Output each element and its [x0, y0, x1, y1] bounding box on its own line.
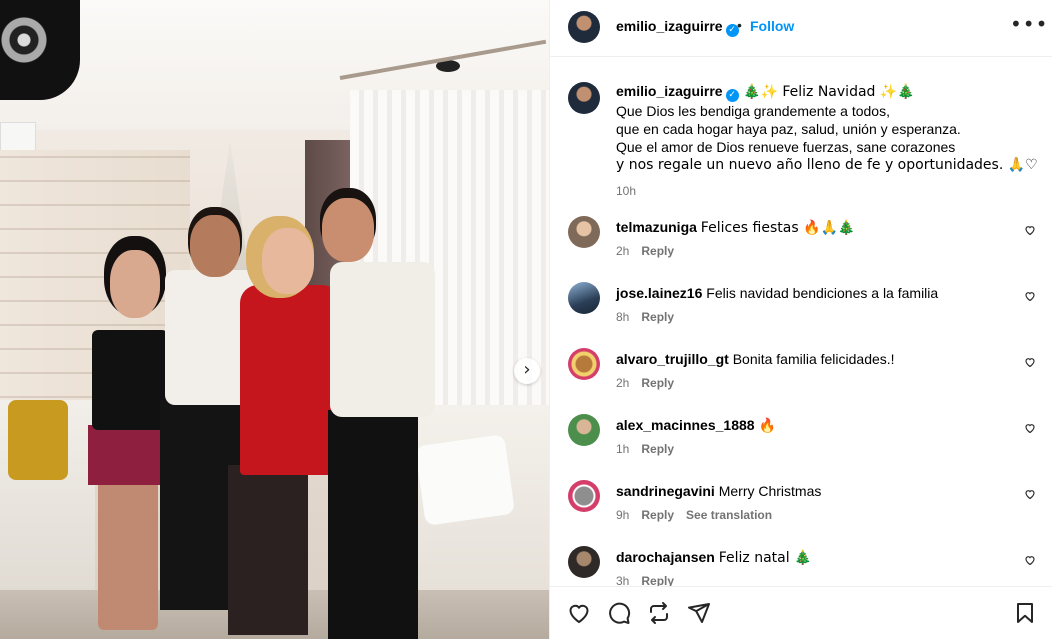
comments-scroll-area[interactable]: emilio_izaguirre ✓ 🎄✨ Feliz Navidad ✨🎄 Qu…: [550, 58, 1052, 586]
comment-username[interactable]: telmazuniga: [616, 219, 697, 235]
comment-item: darochajansen Feliz natal 🎄 3h Reply: [568, 546, 1038, 586]
comment-reply-button[interactable]: Reply: [641, 376, 674, 390]
comment-body: telmazuniga Felices fiestas 🔥🙏🎄: [616, 218, 996, 237]
comment-time[interactable]: 9h: [616, 508, 629, 522]
carousel-next-button[interactable]: ›: [514, 358, 540, 384]
caption-line-4: Que el amor de Dios renueve fuerzas, san…: [616, 139, 956, 155]
photo-person-3-head: [262, 228, 314, 294]
photo-gold-pillow: [8, 400, 68, 480]
photo-chandelier: [0, 0, 80, 100]
comment-body: jose.lainez16 Felis navidad bendiciones …: [616, 284, 996, 302]
photo-person-1-head: [110, 250, 160, 318]
caption-text-line-1: 🎄✨ Feliz Navidad ✨🎄: [738, 84, 915, 100]
bookmark-icon[interactable]: [1013, 601, 1037, 625]
comment-reply-button[interactable]: Reply: [641, 244, 674, 258]
comment-username[interactable]: darochajansen: [616, 549, 715, 565]
author-avatar[interactable]: [568, 11, 600, 43]
follow-button[interactable]: Follow: [750, 18, 794, 34]
comment-item: telmazuniga Felices fiestas 🔥🙏🎄 2h Reply: [568, 216, 1038, 272]
comment-text: Felices fiestas 🔥🙏🎄: [700, 220, 856, 236]
comment-meta: 1h Reply: [616, 442, 686, 456]
comment-time[interactable]: 3h: [616, 574, 629, 586]
comment-item: jose.lainez16 Felis navidad bendiciones …: [568, 282, 1038, 338]
author-username[interactable]: emilio_izaguirre: [616, 18, 723, 34]
photo-person-1-legs: [98, 480, 158, 630]
comment-item: alex_macinnes_1888 🔥 1h Reply: [568, 414, 1038, 470]
comment-text: Merry Christmas: [718, 483, 822, 499]
comment-reply-button[interactable]: Reply: [641, 574, 674, 586]
comment-reply-button[interactable]: Reply: [641, 508, 674, 522]
comment-username[interactable]: sandrinegavini: [616, 483, 715, 499]
comment-item: alvaro_trujillo_gt Bonita familia felici…: [568, 348, 1038, 404]
comment-avatar[interactable]: [568, 348, 600, 380]
comment-time[interactable]: 2h: [616, 244, 629, 258]
caption-body: emilio_izaguirre ✓ 🎄✨ Feliz Navidad ✨🎄 Qu…: [616, 82, 1038, 200]
caption-avatar[interactable]: [568, 82, 600, 114]
caption-line-2: Que Dios les bendiga grandemente a todos…: [616, 103, 890, 119]
post-side-panel: emilio_izaguirre ✓ • Follow ••• emilio_iz…: [549, 0, 1052, 639]
caption-line-5: y nos regale un nuevo año lleno de fe y …: [616, 157, 1038, 173]
comment-meta: 8h Reply: [616, 310, 686, 324]
header-separator: •: [737, 17, 742, 33]
photo-person-4-head: [322, 198, 374, 262]
comment-text: Bonita familia felicidades.!: [732, 351, 895, 367]
comment-avatar[interactable]: [568, 546, 600, 578]
photo-person-3-dress: [240, 285, 340, 475]
comment-avatar[interactable]: [568, 414, 600, 446]
comment-avatar[interactable]: [568, 480, 600, 512]
photo-person-4-shirt: [330, 262, 435, 417]
comment-username[interactable]: alvaro_trujillo_gt: [616, 351, 729, 367]
comment-username[interactable]: alex_macinnes_1888: [616, 417, 755, 433]
comment-like-heart-icon[interactable]: [1024, 356, 1036, 368]
comment-like-heart-icon[interactable]: [1024, 290, 1036, 302]
caption-line-1: emilio_izaguirre ✓ 🎄✨ Feliz Navidad ✨🎄: [616, 82, 1036, 102]
comment-avatar[interactable]: [568, 216, 600, 248]
comment-body: alvaro_trujillo_gt Bonita familia felici…: [616, 350, 996, 368]
photo-white-pillow: [414, 434, 516, 526]
comment-like-heart-icon[interactable]: [1024, 554, 1036, 566]
photo-person-2-head: [190, 215, 240, 277]
more-options-icon[interactable]: •••: [1010, 12, 1048, 36]
photo-person-1-top: [92, 330, 168, 430]
comment-avatar[interactable]: [568, 282, 600, 314]
comment-time[interactable]: 2h: [616, 376, 629, 390]
comment-text: Felis navidad bendiciones a la familia: [706, 285, 939, 301]
comment-like-heart-icon[interactable]: [1024, 224, 1036, 236]
photo-person-3-legs: [228, 465, 308, 635]
comment-reply-button[interactable]: Reply: [641, 310, 674, 324]
comment-reply-button[interactable]: Reply: [641, 442, 674, 456]
send-icon[interactable]: [687, 601, 711, 625]
comment-text: Feliz natal 🎄: [718, 550, 812, 566]
comment-like-heart-icon[interactable]: [1024, 422, 1036, 434]
caption-line-3: que en cada hogar haya paz, salud, unión…: [616, 121, 961, 137]
post-action-bar: [550, 586, 1052, 639]
comment-body: sandrinegavini Merry Christmas: [616, 482, 996, 500]
see-translation-button[interactable]: See translation: [686, 508, 772, 522]
comment-meta: 2h Reply: [616, 244, 686, 258]
comment-meta: 3h Reply: [616, 574, 686, 586]
post-header: emilio_izaguirre ✓ • Follow •••: [550, 0, 1052, 57]
comment-like-heart-icon[interactable]: [1024, 488, 1036, 500]
photo-person-4-pants: [328, 410, 418, 639]
heart-icon[interactable]: [567, 601, 591, 625]
caption-timestamp[interactable]: 10h: [616, 182, 1036, 200]
verified-badge-icon: ✓: [725, 89, 739, 102]
comment-meta: 9h Reply See translation: [616, 508, 784, 522]
comment-time[interactable]: 1h: [616, 442, 629, 456]
post-photo[interactable]: ›: [0, 0, 549, 639]
comment-text: 🔥: [758, 418, 776, 434]
caption-username[interactable]: emilio_izaguirre: [616, 83, 723, 99]
comment-meta: 2h Reply: [616, 376, 686, 390]
comment-time[interactable]: 8h: [616, 310, 629, 324]
comment-body: darochajansen Feliz natal 🎄: [616, 548, 996, 567]
author-username-row: emilio_izaguirre ✓: [616, 18, 739, 37]
comment-item: sandrinegavini Merry Christmas 9h Reply Se…: [568, 480, 1038, 536]
comment-icon[interactable]: [607, 601, 631, 625]
comment-body: alex_macinnes_1888 🔥: [616, 416, 996, 435]
comment-username[interactable]: jose.lainez16: [616, 285, 702, 301]
repost-icon[interactable]: [647, 601, 671, 625]
